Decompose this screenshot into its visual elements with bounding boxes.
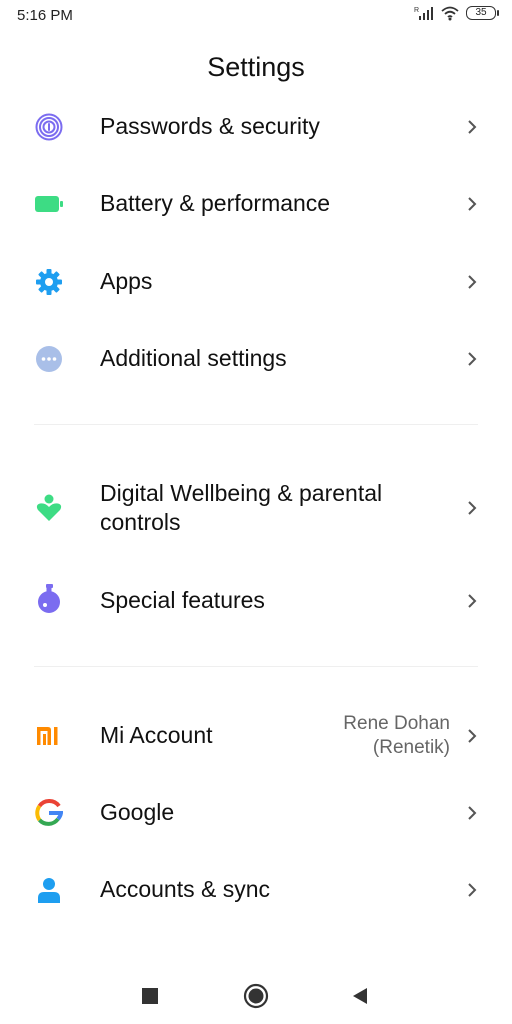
home-icon[interactable] — [242, 982, 270, 1010]
page-title: Settings — [207, 52, 305, 82]
additional-settings-item[interactable]: Additional settings — [0, 338, 512, 380]
additional-settings-label: Additional settings — [100, 345, 287, 371]
passwords-security-label: Passwords & security — [100, 113, 320, 139]
gear-icon — [34, 267, 64, 297]
chevron-right-icon — [468, 594, 477, 608]
navigation-bar — [0, 968, 512, 1024]
chevron-right-icon — [468, 275, 477, 289]
apps-item[interactable]: Apps — [0, 261, 512, 303]
battery-icon — [34, 189, 64, 219]
chevron-right-icon — [468, 729, 477, 743]
accounts-sync-item[interactable]: Accounts & sync — [0, 869, 512, 911]
mi-account-label: Mi Account — [100, 722, 213, 748]
svg-text:R: R — [414, 7, 419, 14]
apps-label: Apps — [100, 268, 153, 294]
status-icons: R 35 — [414, 5, 499, 21]
status-bar: 5:16 PM R 35 — [0, 0, 512, 32]
google-item[interactable]: Google — [0, 792, 512, 834]
battery-icon: 35 — [466, 6, 499, 20]
signal-icon: R — [414, 7, 433, 20]
google-icon — [34, 798, 64, 828]
chevron-right-icon — [468, 120, 477, 134]
chevron-right-icon — [468, 883, 477, 897]
mi-account-value: Rene Dohan (Renetik) — [343, 713, 450, 758]
back-icon[interactable] — [346, 982, 374, 1010]
special-features-item[interactable]: Special features — [0, 580, 512, 622]
google-label: Google — [100, 799, 175, 825]
chevron-right-icon — [468, 197, 477, 211]
more-dots-icon — [34, 344, 64, 374]
chevron-right-icon — [468, 806, 477, 820]
wifi-icon — [441, 6, 459, 21]
mi-account-item[interactable]: Mi Account Rene Dohan (Renetik) — [0, 710, 512, 762]
battery-performance-label: Battery & performance — [100, 190, 331, 216]
special-features-label: Special features — [100, 587, 265, 613]
section-divider — [34, 666, 478, 667]
passwords-security-item[interactable]: Passwords & security — [0, 106, 512, 148]
digital-wellbeing-label: Digital Wellbeing & parental controls — [100, 480, 383, 535]
chevron-right-icon — [468, 501, 477, 515]
flask-icon — [34, 584, 64, 614]
wellbeing-icon — [34, 493, 64, 523]
battery-performance-item[interactable]: Battery & performance — [0, 183, 512, 225]
status-time: 5:16 PM — [17, 7, 73, 24]
recents-icon[interactable] — [136, 982, 164, 1010]
accounts-sync-label: Accounts & sync — [100, 876, 271, 902]
fingerprint-icon — [34, 112, 64, 142]
section-divider — [34, 424, 478, 425]
user-icon — [34, 875, 64, 905]
mi-icon — [34, 721, 64, 751]
digital-wellbeing-item[interactable]: Digital Wellbeing & parental controls — [0, 478, 512, 538]
chevron-right-icon — [468, 352, 477, 366]
